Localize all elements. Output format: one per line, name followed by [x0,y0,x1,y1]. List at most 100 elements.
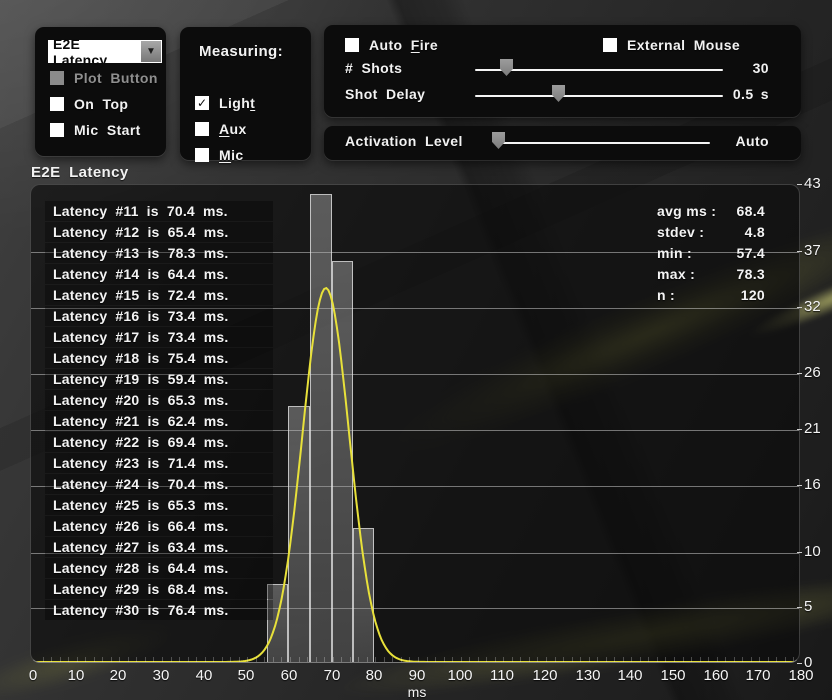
latency-log-line: Latency #27 is 63.4 ms. [45,537,273,557]
external-mouse-label: External Mouse [627,37,740,53]
x-tick-label: 40 [184,667,224,684]
y-tick-mark [797,663,802,664]
shots-value: 30 [709,60,769,76]
x-minor-tick [60,657,61,662]
x-minor-tick [111,657,112,662]
checkbox-mic[interactable]: Mic [195,145,305,165]
y-tick-label: 43 [804,174,832,194]
x-minor-tick [401,657,402,662]
x-minor-tick [555,657,556,662]
x-minor-tick [239,657,240,662]
x-minor-tick [128,657,129,662]
x-minor-tick [299,657,300,662]
checkbox-plot-button[interactable]: Plot Button [50,68,160,88]
activation-value: Auto [709,133,769,149]
x-minor-tick [503,657,504,662]
x-tick-label: 120 [525,667,565,684]
x-minor-tick [264,657,265,662]
stat-value: 57.4 [737,243,765,264]
chevron-down-icon[interactable]: ▼ [141,41,161,62]
stat-label: min : [657,243,692,264]
x-tick-label: 110 [482,667,522,684]
x-minor-tick [759,657,760,662]
stat-label: max : [657,264,695,285]
x-minor-tick [358,657,359,662]
fire-panel: Auto Fire External Mouse # Shots 30 Shot… [324,25,801,117]
x-minor-tick [452,657,453,662]
activation-slider-track[interactable] [499,142,710,144]
x-minor-tick [324,657,325,662]
x-minor-tick [102,657,103,662]
checkbox-icon[interactable] [195,148,209,162]
y-tick-label: 37 [804,241,832,261]
checkbox-on-top[interactable]: On Top [50,94,160,114]
checkbox-icon[interactable] [50,123,64,137]
x-minor-tick [290,657,291,662]
x-minor-tick [785,657,786,662]
mode-dropdown[interactable]: E2E Latency ▼ [48,40,162,63]
checkbox-light[interactable]: ✓ Light [195,93,305,113]
checkbox-icon[interactable] [50,97,64,111]
x-minor-tick [691,657,692,662]
shots-slider-thumb[interactable] [500,59,513,76]
shot-delay-value: 0.5 s [709,86,769,102]
x-minor-tick [674,657,675,662]
x-tick-label: 0 [13,667,53,684]
latency-log-line: Latency #18 is 75.4 ms. [45,348,273,368]
checkbox-icon[interactable] [50,71,64,85]
latency-log-line: Latency #26 is 66.4 ms. [45,516,273,536]
x-minor-tick [563,657,564,662]
x-minor-tick [478,657,479,662]
activation-slider-thumb[interactable] [492,132,505,149]
checkbox-icon[interactable] [603,38,617,52]
x-minor-tick [665,657,666,662]
aux-label: Aux [219,121,247,137]
x-minor-tick [427,657,428,662]
x-minor-tick [435,657,436,662]
x-tick-label: 130 [568,667,608,684]
checkbox-icon[interactable] [345,38,359,52]
x-minor-tick [631,657,632,662]
x-minor-tick [273,657,274,662]
shot-delay-slider-track[interactable] [475,95,723,97]
stat-row: n :120 [649,285,769,306]
latency-log-line: Latency #25 is 65.3 ms. [45,495,273,515]
checkbox-external-mouse[interactable]: External Mouse [603,35,740,55]
latency-log-line: Latency #30 is 76.4 ms. [45,600,273,620]
activation-label: Activation Level [345,133,463,149]
x-minor-tick [657,657,658,662]
x-tick-label: 150 [653,667,693,684]
latency-log-line: Latency #15 is 72.4 ms. [45,285,273,305]
y-tick-label: 10 [804,542,832,562]
checkbox-mic-start[interactable]: Mic Start [50,120,160,140]
latency-log-line: Latency #14 is 64.4 ms. [45,264,273,284]
x-minor-tick [444,657,445,662]
plot-area: Latency #11 is 70.4 ms.Latency #12 is 65… [30,184,800,663]
x-minor-tick [683,657,684,662]
latency-log-line: Latency #24 is 70.4 ms. [45,474,273,494]
x-minor-tick [162,657,163,662]
shots-slider-track[interactable] [475,69,723,71]
light-label: Light [219,95,255,111]
checkbox-icon[interactable] [195,122,209,136]
on-top-label: On Top [74,96,128,112]
x-minor-tick [136,657,137,662]
y-tick-mark [797,485,802,486]
x-minor-tick [196,657,197,662]
checkbox-auto-fire[interactable]: Auto Fire [345,35,438,55]
y-tick-mark [797,307,802,308]
x-minor-tick [700,657,701,662]
mode-panel: E2E Latency ▼ Plot Button On Top Mic Start [35,27,166,156]
x-minor-tick [461,657,462,662]
x-tick-label: 90 [397,667,437,684]
measuring-panel: Measuring: ✓LightAuxMic [180,27,311,160]
mode-panel-checkboxes: Plot Button On Top Mic Start [50,68,160,146]
checkbox-icon[interactable]: ✓ [195,96,209,110]
y-tick-mark [797,184,802,185]
mic-label: Mic [219,147,244,163]
x-minor-tick [213,657,214,662]
checkbox-aux[interactable]: Aux [195,119,305,139]
latency-log-line: Latency #28 is 64.4 ms. [45,558,273,578]
shot-delay-slider-thumb[interactable] [552,85,565,102]
x-minor-tick [384,657,385,662]
